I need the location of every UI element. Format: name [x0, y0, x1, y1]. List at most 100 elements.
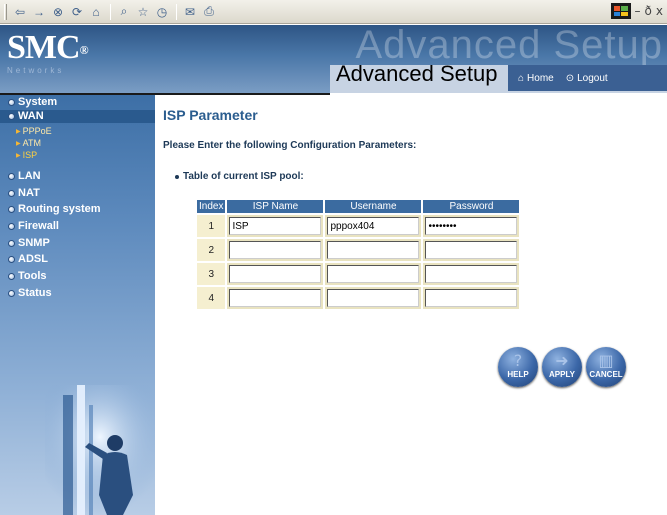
action-buttons: ? HELP ➜ APPLY ▥ CANCEL [498, 347, 626, 387]
sidebar-item-label: LAN [18, 170, 41, 182]
table-row: 1 [197, 215, 520, 237]
isp-name-input[interactable] [229, 265, 322, 283]
logout-link[interactable]: ⊙ Logout [566, 73, 608, 84]
isp-name-input[interactable] [229, 289, 322, 307]
sidebar-subitem-pppoe[interactable]: ▶ PPPoE [16, 126, 52, 136]
favorites-icon[interactable]: ☆ [134, 3, 152, 21]
close-icon[interactable]: x [656, 4, 663, 18]
window-controls: – ð x [610, 3, 663, 19]
isp-name-input[interactable] [229, 241, 322, 259]
sidebar-item-label: Status [18, 287, 52, 299]
column-header-isp-name: ISP Name [227, 200, 324, 213]
password-input[interactable] [425, 289, 518, 307]
instructions-text: Please Enter the following Configuration… [163, 140, 417, 151]
search-icon[interactable]: ⌕ [115, 3, 133, 21]
sidebar-item-firewall[interactable]: Firewall [8, 220, 59, 232]
help-button[interactable]: ? HELP [498, 347, 538, 387]
logout-icon: ⊙ [565, 72, 575, 84]
logo-subtitle: Networks [7, 66, 65, 75]
sidebar-item-label: ADSL [18, 253, 48, 265]
sidebar-item-snmp[interactable]: SNMP [8, 237, 50, 249]
home-label: Home [527, 72, 554, 84]
row-index: 1 [197, 215, 226, 237]
arrow-right-icon: ➜ [555, 351, 569, 370]
sidebar-item-lan[interactable]: LAN [8, 170, 41, 182]
sidebar-subitem-atm[interactable]: ▶ ATM [16, 138, 41, 148]
table-row: 2 [197, 239, 520, 261]
page-title: ISP Parameter [163, 107, 258, 123]
row-index: 3 [197, 263, 226, 285]
sidebar-subitem-label: PPPoE [22, 126, 52, 136]
restore-icon[interactable]: ð [645, 4, 652, 18]
row-index: 2 [197, 239, 226, 261]
sidebar-item-label: Tools [18, 270, 47, 282]
sidebar-subitem-label: ISP [22, 150, 38, 160]
bullet-icon [8, 272, 15, 280]
sidebar-item-adsl[interactable]: ADSL [8, 253, 48, 265]
stop-icon[interactable]: ⊗ [49, 3, 67, 21]
home-link[interactable]: ⌂ Home [518, 73, 554, 84]
username-input[interactable] [327, 241, 420, 259]
bullet-icon [8, 255, 15, 263]
username-input[interactable] [327, 217, 420, 235]
windows-logo-icon [610, 3, 631, 19]
arrow-icon: ▶ [16, 140, 21, 147]
sidebar-item-wan[interactable]: WAN [8, 110, 44, 122]
bullet-icon [8, 239, 15, 247]
isp-pool-label-text: Table of current ISP pool: [183, 171, 304, 182]
arrow-icon: ▶ [16, 128, 21, 135]
column-header-password: Password [423, 200, 520, 213]
isp-name-input[interactable] [229, 217, 322, 235]
mail-icon[interactable]: ✉ [181, 3, 199, 21]
sidebar-item-system[interactable]: System [8, 96, 57, 108]
sidebar-item-label: Firewall [18, 220, 59, 232]
minimize-icon[interactable]: – [635, 4, 641, 18]
row-index: 4 [197, 287, 226, 309]
header-title: Advanced Setup [336, 61, 498, 86]
password-input[interactable] [425, 217, 518, 235]
logo-text: SMC [7, 29, 81, 66]
isp-pool-table: Index ISP Name Username Password 1 2 3 [195, 198, 522, 311]
question-mark-icon: ? [513, 351, 523, 370]
bullet-icon [8, 205, 15, 213]
sidebar-item-label: Routing system [18, 203, 101, 215]
sidebar-item-label: SNMP [18, 237, 50, 249]
logo-registered-mark: ® [79, 43, 89, 57]
bullet-icon [175, 174, 179, 179]
column-header-index: Index [197, 200, 226, 213]
sidebar-subitem-isp[interactable]: ▶ ISP [16, 150, 37, 160]
history-icon[interactable]: ◷ [153, 3, 171, 21]
password-input[interactable] [425, 265, 518, 283]
username-input[interactable] [327, 265, 420, 283]
home-icon: ⌂ [518, 72, 525, 84]
back-icon[interactable]: ⇦ [11, 3, 29, 21]
sidebar-item-routing-system[interactable]: Routing system [8, 203, 101, 215]
toolbar-separator [176, 3, 177, 20]
bullet-icon [8, 222, 15, 230]
cancel-button-label: CANCEL [589, 370, 623, 379]
table-row: 4 [197, 287, 520, 309]
table-header-row: Index ISP Name Username Password [197, 200, 520, 213]
isp-pool-label: Table of current ISP pool: [175, 171, 304, 182]
sidebar-item-tools[interactable]: Tools [8, 270, 47, 282]
apply-button[interactable]: ➜ APPLY [542, 347, 582, 387]
username-input[interactable] [327, 289, 420, 307]
cancel-button[interactable]: ▥ CANCEL [586, 347, 626, 387]
refresh-icon[interactable]: ⟳ [68, 3, 86, 21]
password-input[interactable] [425, 241, 518, 259]
page-header: SMC® Networks Advanced Setup Advanced Se… [0, 25, 667, 93]
home-icon[interactable]: ⌂ [87, 3, 105, 21]
logout-label: Logout [577, 72, 608, 84]
trash-icon: ▥ [598, 351, 614, 370]
bullet-icon [8, 289, 15, 297]
sidebar-item-label: NAT [18, 187, 40, 199]
sidebar-item-status[interactable]: Status [8, 287, 52, 299]
bullet-icon [8, 98, 15, 106]
sidebar-item-nat[interactable]: NAT [8, 187, 40, 199]
bullet-icon [8, 189, 15, 197]
forward-icon[interactable]: → [30, 3, 48, 21]
sidebar-item-label: System [18, 96, 58, 108]
apply-button-label: APPLY [549, 370, 575, 379]
browser-toolbar: ⇦ → ⊗ ⟳ ⌂ ⌕ ☆ ◷ ✉ ⎙ – ð x [0, 0, 667, 24]
print-icon[interactable]: ⎙ [200, 3, 218, 21]
